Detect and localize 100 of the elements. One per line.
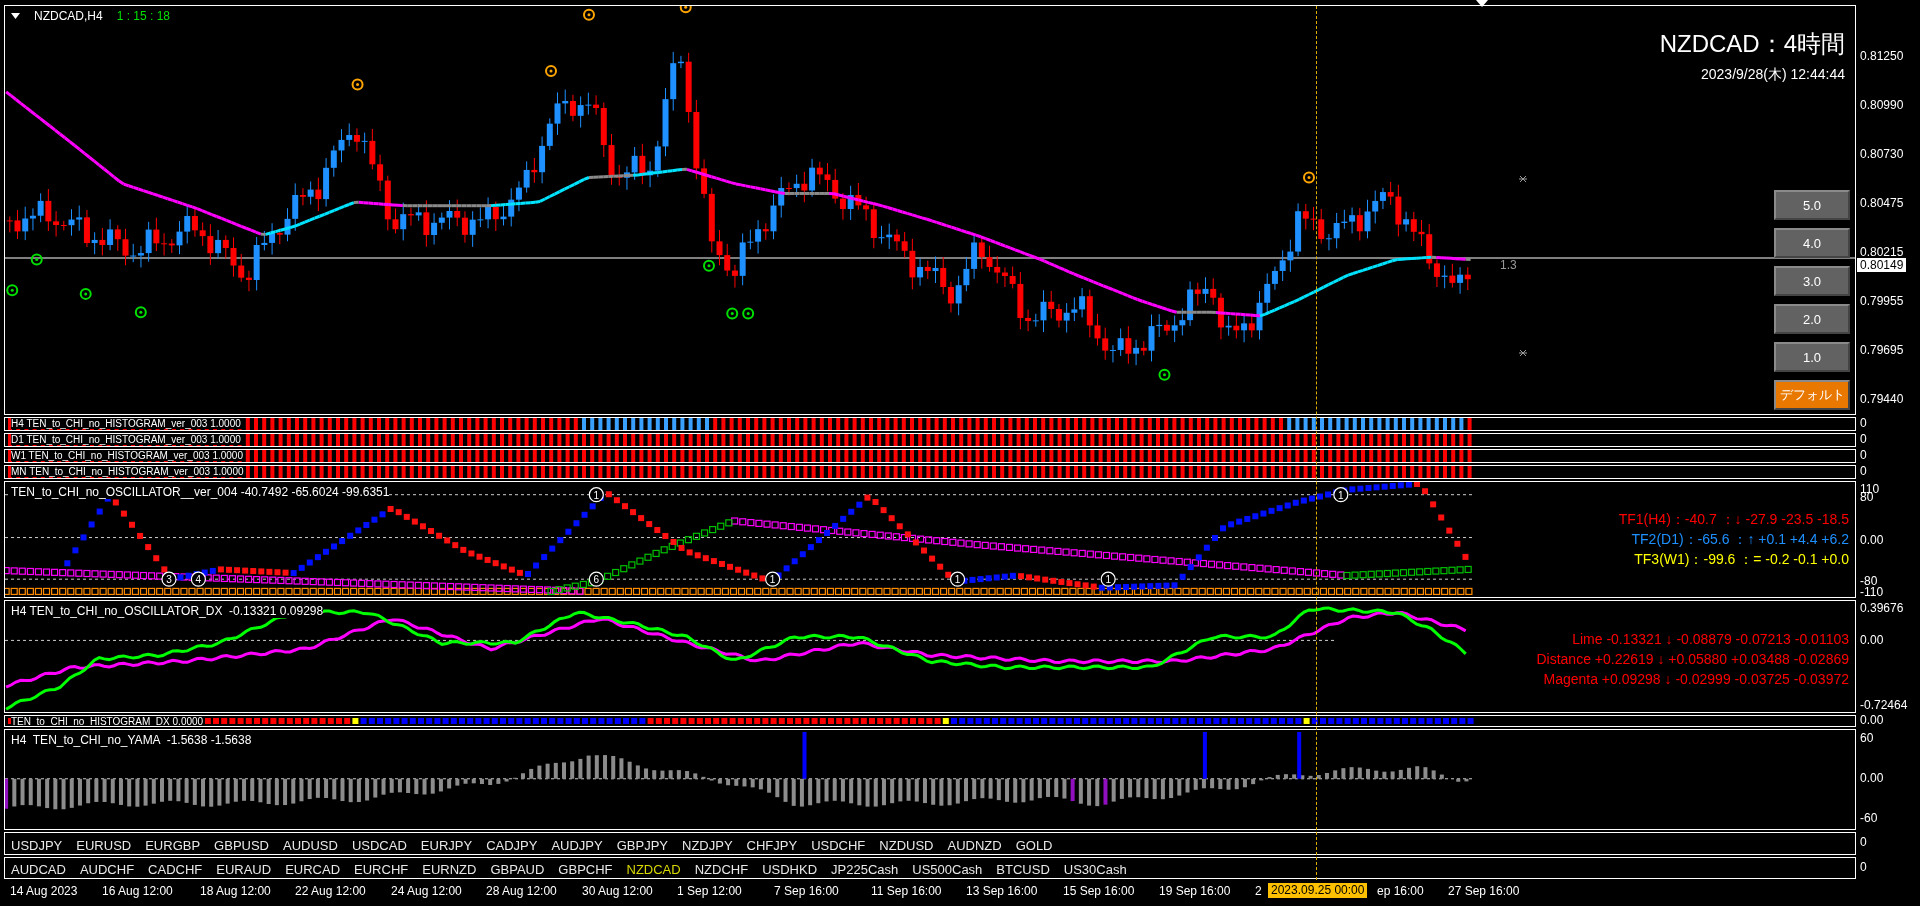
- symbol-button[interactable]: USDHKD: [762, 862, 818, 878]
- axis-tick: -80: [1860, 575, 1878, 588]
- line-readout: Magenta +0.09298 ↓ -0.02999 -0.03725 -0.03972: [1543, 670, 1849, 689]
- ratio-label: 1.3: [1500, 258, 1517, 272]
- numbered-marker: 3: [161, 571, 177, 587]
- time-tick: 2: [1255, 884, 1262, 898]
- symbol-button[interactable]: BTCUSD: [996, 862, 1050, 878]
- symbol-button[interactable]: USDCHF: [811, 838, 866, 854]
- axis-tick: 0.00: [1860, 534, 1884, 547]
- symbol-button[interactable]: CADJPY: [486, 838, 538, 854]
- axis-tick: 0: [1860, 433, 1867, 446]
- time-tick: 14 Aug 2023: [10, 884, 78, 898]
- symbol-button[interactable]: EURCHF: [354, 862, 409, 878]
- symbol-button[interactable]: GBPJPY: [616, 838, 668, 854]
- symbol-button[interactable]: JP225Cash: [831, 862, 899, 878]
- symbol-button[interactable]: AUDCHF: [79, 862, 135, 878]
- scale-button[interactable]: 1.0: [1774, 342, 1850, 372]
- time-tick: 28 Aug 12:00: [486, 884, 557, 898]
- symbol-button[interactable]: EURCAD: [285, 862, 341, 878]
- symbol-button[interactable]: AUDJPY: [551, 838, 603, 854]
- circle-marker: [134, 306, 147, 319]
- time-tick: 22 Aug 12:00: [295, 884, 366, 898]
- numbered-marker: 4: [190, 571, 206, 587]
- price-tick: 0.80215: [1860, 246, 1904, 259]
- axis-tick: 60: [1860, 732, 1874, 745]
- circle-marker: [726, 307, 739, 320]
- line-readout: Distance +0.22619 ↓ +0.05880 +0.03488 -0.02869: [1536, 650, 1849, 669]
- time-tick: 13 Sep 16:00: [966, 884, 1038, 898]
- numbered-marker: 1: [1100, 571, 1116, 587]
- symbol-button[interactable]: EURUSD: [76, 838, 132, 854]
- symbol-button[interactable]: GBPUSD: [214, 838, 269, 854]
- symbol-button[interactable]: EURAUD: [216, 862, 272, 878]
- symbol-button[interactable]: USDJPY: [11, 838, 63, 854]
- scale-button[interactable]: 3.0: [1774, 266, 1850, 296]
- symbol-button[interactable]: AUDUSD: [283, 838, 338, 854]
- axis-tick: -0.72464: [1860, 699, 1908, 712]
- time-tick: 16 Aug 12:00: [102, 884, 173, 898]
- axis-tick: 0.00: [1860, 772, 1884, 785]
- chart-shift-icon[interactable]: [1476, 0, 1488, 7]
- indicator-label: TEN_to_CHI_no_OSCILLATOR__ver_004 -40.7492 -65.6024 -99.6351: [11, 485, 390, 499]
- indicator-label: H4 TEN_to_CHI_no_OSCILLATOR_DX -0.13321 0.09298: [11, 604, 324, 618]
- indicator-label: H4 TEN_to_CHI_no_YAMA -1.5638 -1.5638: [11, 733, 252, 747]
- numbered-marker: 1: [765, 571, 781, 587]
- symbol-button[interactable]: AUDNZD: [947, 838, 1002, 854]
- price-tick: 0.79695: [1860, 344, 1904, 357]
- symbol-button[interactable]: CADCHF: [148, 862, 203, 878]
- symbol-button[interactable]: EURNZD: [422, 862, 477, 878]
- symbol-button[interactable]: GBPCHF: [558, 862, 613, 878]
- numbered-marker: 1: [1333, 487, 1349, 503]
- symbol-button[interactable]: CHFJPY: [746, 838, 798, 854]
- chart-symbol: NZDCAD,H4: [34, 9, 103, 23]
- axis-tick: 0: [1860, 465, 1867, 478]
- price-tick: 0.79440: [1860, 393, 1904, 406]
- symbol-button[interactable]: GBPAUD: [490, 862, 545, 878]
- price-tick: 0.80475: [1860, 197, 1904, 210]
- line-readout: Lime -0.13321 ↓ -0.08879 -0.07213 -0.01103: [1572, 630, 1849, 649]
- price-tick: 0.80990: [1860, 99, 1904, 112]
- current-price: 0.80149: [1857, 258, 1907, 272]
- circle-marker: [6, 284, 19, 297]
- numbered-marker: 1: [949, 571, 966, 587]
- symbol-button[interactable]: EURJPY: [420, 838, 473, 854]
- axis-tick: 0.00: [1860, 634, 1884, 647]
- asterisk-icon: [1518, 175, 1528, 183]
- circle-marker: [30, 253, 43, 266]
- scale-button[interactable]: 2.0: [1774, 304, 1850, 334]
- symbol-button[interactable]: USDCAD: [351, 838, 407, 854]
- symbol-button[interactable]: EURGBP: [145, 838, 201, 854]
- symbol-button[interactable]: US500Cash: [912, 862, 983, 878]
- time-tick: 11 Sep 16:00: [871, 884, 942, 898]
- axis-tick: 0: [1860, 836, 1867, 849]
- time-tick: 7 Sep 16:00: [774, 884, 839, 898]
- time-tick: 1 Sep 12:00: [677, 884, 742, 898]
- symbol-button[interactable]: NZDCAD: [626, 862, 681, 878]
- price-tick: 0.80730: [1860, 148, 1904, 161]
- cursor-time: 2023.09.25 00:00: [1268, 883, 1368, 898]
- circle-marker: [703, 259, 715, 272]
- chart-title: NZDCAD：4時間: [1659, 29, 1845, 59]
- indicator-label: W1 TEN_to_CHI_no_HISTOGRAM_ver_003 1.0000: [11, 450, 245, 461]
- symbol-button[interactable]: NZDCHF: [694, 862, 749, 878]
- symbol-button[interactable]: US30Cash: [1063, 862, 1127, 878]
- circle-marker: [1303, 171, 1315, 184]
- indicator-label: H4 TEN_to_CHI_no_HISTOGRAM_ver_003 1.0000: [11, 418, 243, 429]
- symbol-button[interactable]: NZDJPY: [682, 838, 733, 854]
- axis-tick: 0: [1860, 417, 1867, 430]
- symbol-button[interactable]: AUDCAD: [11, 862, 66, 878]
- axis-tick: 0.39676: [1860, 602, 1904, 615]
- time-tick: 18 Aug 12:00: [200, 884, 271, 898]
- axis-tick: 0.00: [1860, 714, 1884, 727]
- axis-tick: -60: [1860, 812, 1878, 825]
- symbol-button[interactable]: NZDUSD: [879, 838, 934, 854]
- time-tick: 15 Sep 16:00: [1063, 884, 1135, 898]
- scale-button[interactable]: 5.0: [1774, 190, 1850, 220]
- price-tick: 0.81250: [1860, 50, 1904, 63]
- dropdown-triangle-icon[interactable]: [11, 13, 20, 19]
- symbol-button[interactable]: GOLD: [1015, 838, 1053, 854]
- circle-marker: [583, 8, 595, 21]
- candle-countdown: 1 : 15 : 18: [116, 9, 171, 23]
- time-tick: 24 Aug 12:00: [391, 884, 462, 898]
- timeframe-readout: TF1(H4)：-40.7 ：↓ -27.9 -23.5 -18.5: [1618, 510, 1849, 529]
- scale-button[interactable]: 4.0: [1774, 228, 1850, 258]
